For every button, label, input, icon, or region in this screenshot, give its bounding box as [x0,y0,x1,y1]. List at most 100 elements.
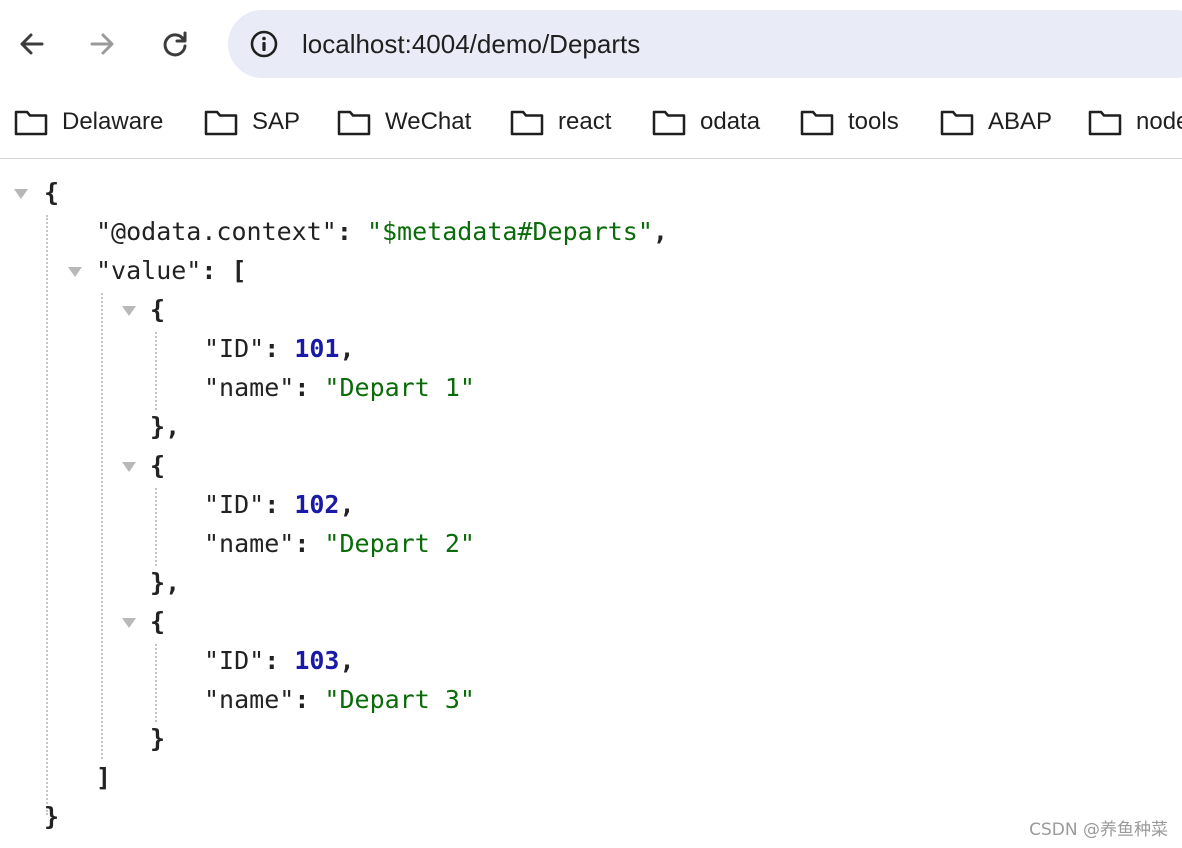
json-line: }, [150,407,180,446]
indent-guide [155,644,157,722]
bookmark-label: SAP [252,108,301,135]
bookmark-node[interactable]: node [1088,102,1182,142]
comma: , [339,334,355,363]
colon: : [264,490,295,519]
collapse-toggle-item[interactable] [122,462,136,472]
json-string-value: "Depart 1" [324,373,475,402]
reload-icon [163,31,187,57]
url-text[interactable]: localhost:4004/demo/Departs [302,10,640,78]
collapse-toggle-item[interactable] [122,618,136,628]
comma: , [165,568,181,597]
json-key: "name" [204,529,295,558]
json-key: "value" [96,256,202,285]
brace: } [44,802,60,831]
json-key: "name" [204,373,295,402]
brace: } [150,568,166,597]
back-button[interactable] [10,22,54,66]
folder-icon [800,110,834,136]
json-line: { [150,446,165,485]
json-line-name: "name": "Depart 1" [204,368,475,407]
folder-icon [940,110,974,136]
json-viewer: { "@odata.context": "$metadata#Departs",… [0,159,1182,848]
folder-icon [337,110,371,136]
json-key: "name" [204,685,295,714]
colon: : [294,373,325,402]
colon: : [294,529,325,558]
json-line: { [150,290,165,329]
bookmarks-bar: Delaware SAP WeChat react odata tools AB… [0,88,1182,158]
bookmark-wechat[interactable]: WeChat [337,102,471,142]
brace: } [150,724,166,753]
colon: : [201,256,232,285]
bookmark-label: tools [848,108,899,135]
bookmark-label: odata [700,108,761,135]
json-line-name: "name": "Depart 2" [204,524,475,563]
json-key: "ID" [204,646,265,675]
brace: { [150,295,166,324]
bookmark-label: node [1136,108,1182,135]
json-key: "@odata.context" [96,217,337,246]
json-line-id: "ID": 102, [204,485,355,524]
bookmark-label: react [558,108,612,135]
bookmark-react[interactable]: react [510,102,611,142]
bookmark-label: WeChat [385,108,472,135]
indent-guide [101,293,103,759]
json-number-value: 101 [294,334,340,363]
indent-guide [46,215,48,815]
folder-icon [1088,110,1122,136]
arrow-right-icon [90,33,114,55]
json-number-value: 103 [294,646,340,675]
bracket: [ [231,256,247,285]
comma: , [165,412,181,441]
colon: : [264,646,295,675]
indent-guide [155,488,157,566]
json-line: } [44,797,59,836]
folder-icon [14,110,48,136]
bookmark-delaware[interactable]: Delaware [14,102,163,142]
browser-toolbar: localhost:4004/demo/Departs [0,0,1182,88]
bookmark-label: Delaware [62,108,164,135]
site-info-button[interactable] [242,22,286,66]
folder-icon [652,110,686,136]
json-line: { [150,602,165,641]
json-line: }, [150,563,180,602]
colon: : [294,685,325,714]
bookmark-label: ABAP [988,108,1053,135]
bookmark-tools[interactable]: tools [800,102,899,142]
forward-button[interactable] [80,22,124,66]
colon: : [336,217,367,246]
comma: , [339,646,355,675]
address-bar[interactable]: localhost:4004/demo/Departs [228,10,1182,78]
brace: { [44,178,60,207]
brace: } [150,412,166,441]
arrow-left-icon [20,33,44,55]
json-key: "ID" [204,490,265,519]
json-line: } [150,719,165,758]
json-line-value: "value": [ [96,251,247,290]
folder-icon [204,110,238,136]
reload-button[interactable] [153,22,197,66]
comma: , [339,490,355,519]
collapse-toggle-item[interactable] [122,306,136,316]
json-line-context: "@odata.context": "$metadata#Departs", [96,212,668,251]
json-line-name: "name": "Depart 3" [204,680,475,719]
json-line: { [44,173,59,212]
info-circle-icon [250,30,278,58]
collapse-toggle-root[interactable] [14,189,28,199]
comma: , [652,217,668,246]
bracket: ] [96,763,112,792]
bookmark-abap[interactable]: ABAP [940,102,1052,142]
folder-icon [510,110,544,136]
collapse-toggle-value[interactable] [68,267,82,277]
json-string-value: "$metadata#Departs" [366,217,653,246]
bookmark-odata[interactable]: odata [652,102,760,142]
watermark: CSDN @养鱼种菜 [1029,820,1168,840]
json-number-value: 102 [294,490,340,519]
json-key: "ID" [204,334,265,363]
json-line-id: "ID": 103, [204,641,355,680]
colon: : [264,334,295,363]
bookmark-sap[interactable]: SAP [204,102,300,142]
json-string-value: "Depart 2" [324,529,475,558]
json-line: ] [96,758,111,797]
indent-guide [155,332,157,410]
